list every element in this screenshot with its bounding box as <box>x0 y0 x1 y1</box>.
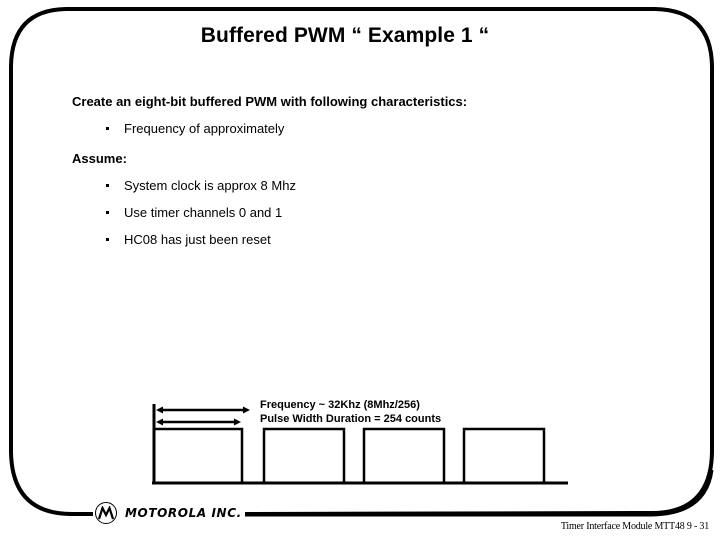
motorola-batwing-icon <box>95 502 117 524</box>
bullet-icon <box>106 238 109 242</box>
characteristic-item: Frequency of approximately <box>106 121 284 136</box>
assumption-item: System clock is approx 8 Mhz <box>106 178 296 193</box>
motorola-logo: MOTOROLA INC. <box>93 500 245 526</box>
assumption-item: Use timer channels 0 and 1 <box>106 205 282 220</box>
period-arrow-right-head <box>243 406 250 414</box>
slide-title: Buffered PWM “ Example 1 “ <box>200 24 490 47</box>
assumption-item: HC08 has just been reset <box>106 232 271 247</box>
pwm-pulse <box>152 427 244 483</box>
bullet-icon <box>106 184 109 188</box>
period-arrow-left-head <box>156 406 163 414</box>
frequency-label: Frequency ~ 32Khz (8Mhz/256) <box>260 399 420 411</box>
slide-frame <box>9 7 714 517</box>
slide-border <box>9 7 714 516</box>
assumption-text: HC08 has just been reset <box>124 232 271 247</box>
assume-heading: Assume: <box>72 151 127 166</box>
bullet-icon <box>106 211 109 215</box>
slide-border-bottom-shadow <box>245 469 714 517</box>
intro-heading: Create an eight-bit buffered PWM with fo… <box>72 94 468 109</box>
footer-text: Timer Interface Module MTT48 9 - 31 <box>560 521 709 532</box>
assumption-text: System clock is approx 8 Mhz <box>124 178 296 193</box>
pwm-pulse <box>262 427 346 483</box>
characteristic-text: Frequency of approximately <box>124 121 285 136</box>
pulse-width-label: Pulse Width Duration = 254 counts <box>260 413 442 425</box>
assumption-text: Use timer channels 0 and 1 <box>124 205 283 220</box>
pwm-pulse <box>462 427 546 483</box>
bullet-icon <box>106 127 109 131</box>
pulse-width-arrow-right-head <box>234 418 241 426</box>
pulse-width-arrow-left-head <box>156 418 163 426</box>
pwm-pulse <box>362 427 446 483</box>
logo-text: MOTOROLA INC. <box>125 506 242 520</box>
